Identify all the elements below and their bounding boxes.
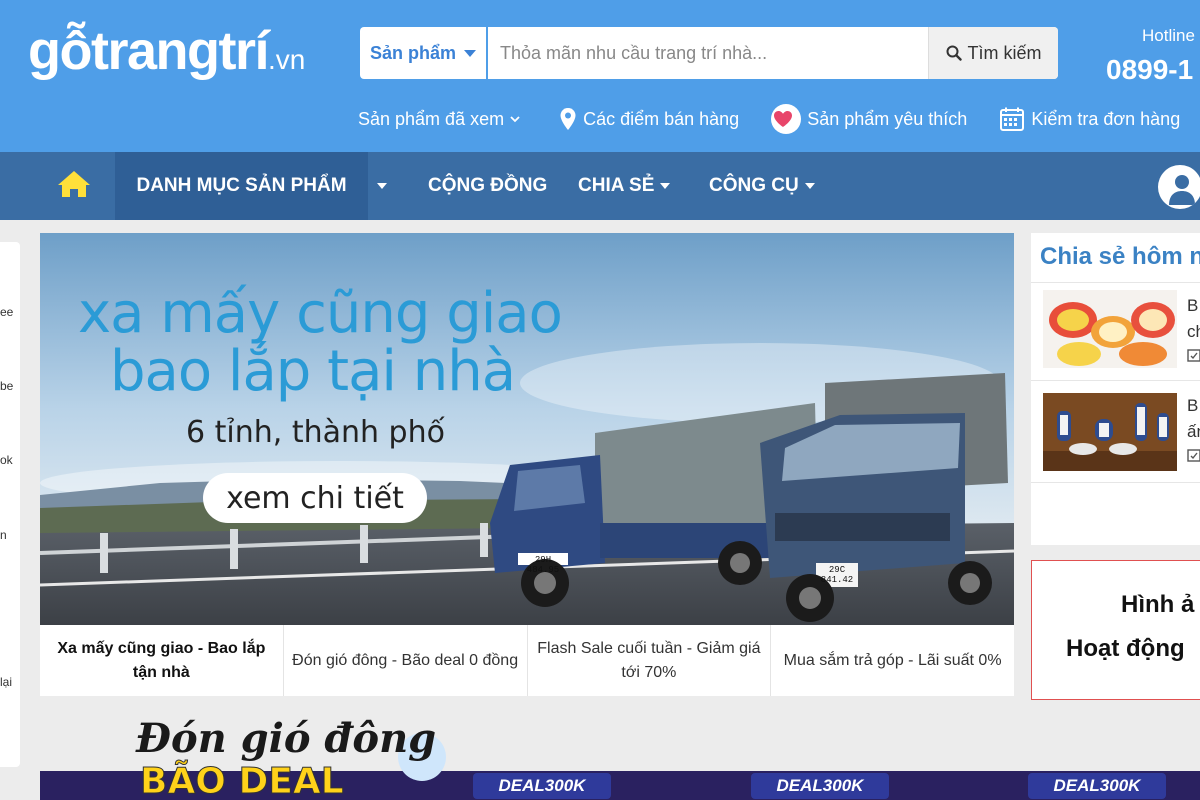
nav-product-categories[interactable]: DANH MỤC SẢN PHẨM [115, 152, 368, 220]
calendar-check-icon [1187, 349, 1200, 362]
activity-photos-panel[interactable]: Hình ả Hoạt động [1031, 560, 1200, 700]
activity-photos-title-line-2: Hoạt động [1066, 635, 1185, 662]
banner-tab[interactable]: Mua sắm trả góp - Lãi suất 0% [771, 625, 1014, 696]
favorites-link[interactable]: Sản phẩm yêu thích [771, 104, 967, 134]
left-panel-snippet[interactable]: n [0, 528, 7, 542]
nav-share-label: CHIA SẺ [578, 175, 655, 196]
share-item-title-line: B [1187, 396, 1199, 415]
site-logo[interactable]: gỗtrangtrí.vn [28, 24, 305, 78]
favorites-label: Sản phẩm yêu thích [807, 108, 968, 129]
viewed-products-link[interactable]: Sản phẩm đã xem [358, 104, 527, 134]
search-icon [946, 45, 962, 61]
order-check-label: Kiểm tra đơn hàng [1031, 108, 1181, 129]
chevron-down-icon [510, 116, 520, 123]
order-check-link[interactable]: Kiểm tra đơn hàng [999, 104, 1180, 134]
share-item-title-line: ch [1187, 321, 1200, 341]
hero-banner: xa mấy cũng giao bao lắp tại nhà 6 tỉnh,… [40, 233, 1014, 696]
share-item-title-line: B [1187, 296, 1199, 315]
store-locations-link[interactable]: Các điểm bán hàng [559, 104, 739, 134]
viewed-products-label: Sản phẩm đã xem [358, 108, 505, 129]
share-item-title[interactable]: B ch [1187, 293, 1200, 370]
hero-headline-line-2: bao lắp tại nhà [110, 339, 516, 404]
promo-banner[interactable]: Đón gió đông BÃO DEAL DEAL300K DEAL300K … [40, 705, 1200, 800]
search-category-select[interactable]: Sản phẩm [360, 27, 488, 79]
truck-plate-1: 29H 484.95 [526, 555, 560, 575]
divider [1031, 482, 1200, 483]
left-panel-snippet[interactable]: ok [0, 453, 13, 467]
divider [1031, 282, 1200, 283]
home-icon [58, 171, 90, 197]
search-button[interactable]: Tìm kiếm [928, 27, 1058, 79]
left-panel-snippet[interactable]: ee [0, 305, 13, 319]
nav-categories-toggle[interactable] [372, 152, 392, 220]
hero-subline: 6 tỉnh, thành phố [186, 415, 445, 450]
banner-tab[interactable]: Đón gió đông - Bão deal 0 đồng [284, 625, 528, 696]
nav-tools[interactable]: CÔNG CỤ [709, 152, 815, 220]
store-locations-label: Các điểm bán hàng [583, 108, 740, 129]
calendar-icon [1000, 107, 1025, 131]
site-header: gỗtrangtrí.vn Sản phẩm Tìm kiếm Hotline … [0, 0, 1200, 152]
deal-badge[interactable]: DEAL300K [751, 773, 889, 799]
heart-icon [771, 104, 802, 134]
header-sublinks: Sản phẩm đã xem Các điểm bán hàng Sản ph… [358, 104, 1200, 134]
promo-headline: BÃO DEAL [140, 761, 345, 800]
share-item-thumbnail[interactable] [1043, 393, 1177, 471]
chevron-down-icon [804, 183, 815, 189]
nav-share[interactable]: CHIA SẺ [578, 152, 671, 220]
hero-headline-line-1: xa mấy cũng giao [78, 281, 563, 346]
share-item-thumbnail[interactable] [1043, 290, 1177, 368]
hero-slide[interactable]: xa mấy cũng giao bao lắp tại nhà 6 tỉnh,… [40, 233, 1014, 625]
nav-community-label: CỘNG ĐỒNG [428, 175, 548, 196]
chevron-down-icon [464, 49, 477, 57]
search-category-label: Sản phẩm [369, 42, 457, 63]
main-nav: DANH MỤC SẢN PHẨM CỘNG ĐỒNG CHIA SẺ CÔNG… [0, 152, 1200, 220]
nav-community[interactable]: CỘNG ĐỒNG [428, 152, 547, 220]
search-button-label: Tìm kiếm [967, 42, 1042, 63]
left-category-panel: ee be ok n lại [0, 242, 20, 767]
nav-tools-label: CÔNG CỤ [709, 175, 799, 196]
nav-product-categories-label: DANH MỤC SẢN PHẨM [136, 175, 347, 196]
banner-slide-tabs: Xa mấy cũng giao - Bao lắp tận nhà Đón g… [40, 625, 1014, 696]
banner-tab[interactable]: Xa mấy cũng giao - Bao lắp tận nhà [40, 625, 284, 696]
search-input[interactable] [500, 27, 920, 79]
left-panel-snippet[interactable]: be [0, 379, 13, 393]
activity-photos-title-line-1: Hình ả [1121, 591, 1195, 618]
hero-cta-button[interactable]: xem chi tiết [203, 473, 427, 523]
hotline-number: 0899-1 [1106, 54, 1194, 85]
left-panel-snippet[interactable]: lại [0, 675, 12, 689]
deal-badge[interactable]: DEAL300K [1028, 773, 1166, 799]
divider [1031, 380, 1200, 381]
search-bar: Sản phẩm Tìm kiếm [360, 27, 1058, 79]
hotline-label: Hotline [1142, 26, 1195, 45]
truck-plate-2: 29C 841.42 [820, 565, 854, 585]
chevron-down-icon [660, 183, 671, 189]
logo-main: gỗtrangtrí [28, 21, 269, 81]
deal-badge[interactable]: DEAL300K [473, 773, 611, 799]
share-today-panel: Chia sẻ hôm n B ch [1031, 233, 1200, 545]
banner-tab[interactable]: Flash Sale cuối tuần - Giảm giá tới 70% [528, 625, 772, 696]
share-panel-title: Chia sẻ hôm n [1040, 243, 1200, 270]
logo-tld: .vn [267, 44, 306, 75]
location-pin-icon [560, 108, 576, 130]
chevron-down-icon [377, 183, 387, 189]
promo-script-title: Đón gió đông [136, 715, 437, 762]
calendar-check-icon [1187, 449, 1200, 462]
share-item-title[interactable]: B ấn [1187, 393, 1200, 470]
share-item-title-line: ấn [1187, 421, 1200, 441]
home-link[interactable] [56, 169, 92, 204]
user-icon[interactable] [1158, 165, 1200, 209]
